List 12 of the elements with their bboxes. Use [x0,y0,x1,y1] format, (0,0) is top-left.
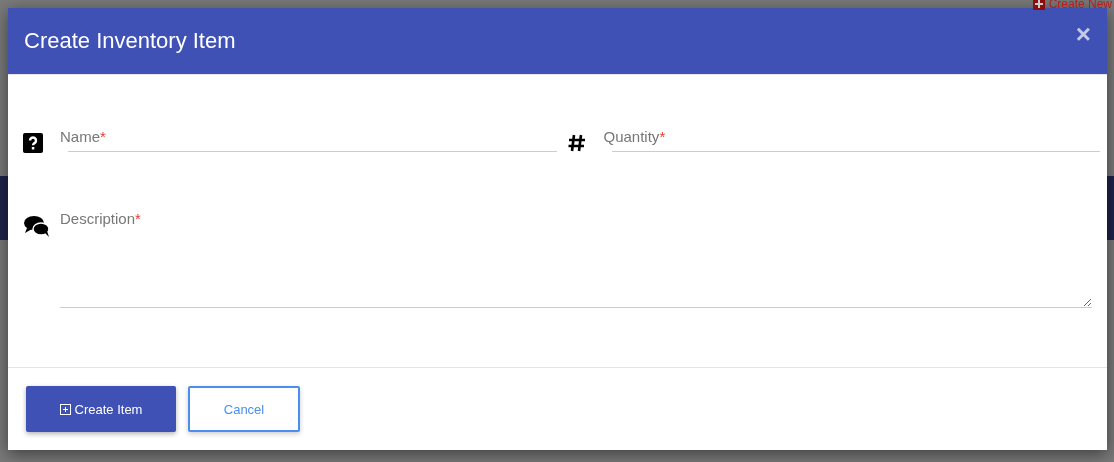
field-label: Quantity* [603,127,667,147]
question-icon [23,133,43,153]
speech-bubbles-icon [23,215,51,237]
close-button[interactable]: × [1073,21,1093,47]
hash-icon [566,133,587,153]
field-label: Description* [60,209,142,229]
plus-icon [59,403,71,415]
field-label: Name* [60,127,107,147]
dialog-title: Create Inventory Item [24,28,236,54]
create-button[interactable]: Create Item [26,386,176,432]
plus-icon [1032,0,1045,10]
cancel-button[interactable]: Cancel [188,386,300,432]
